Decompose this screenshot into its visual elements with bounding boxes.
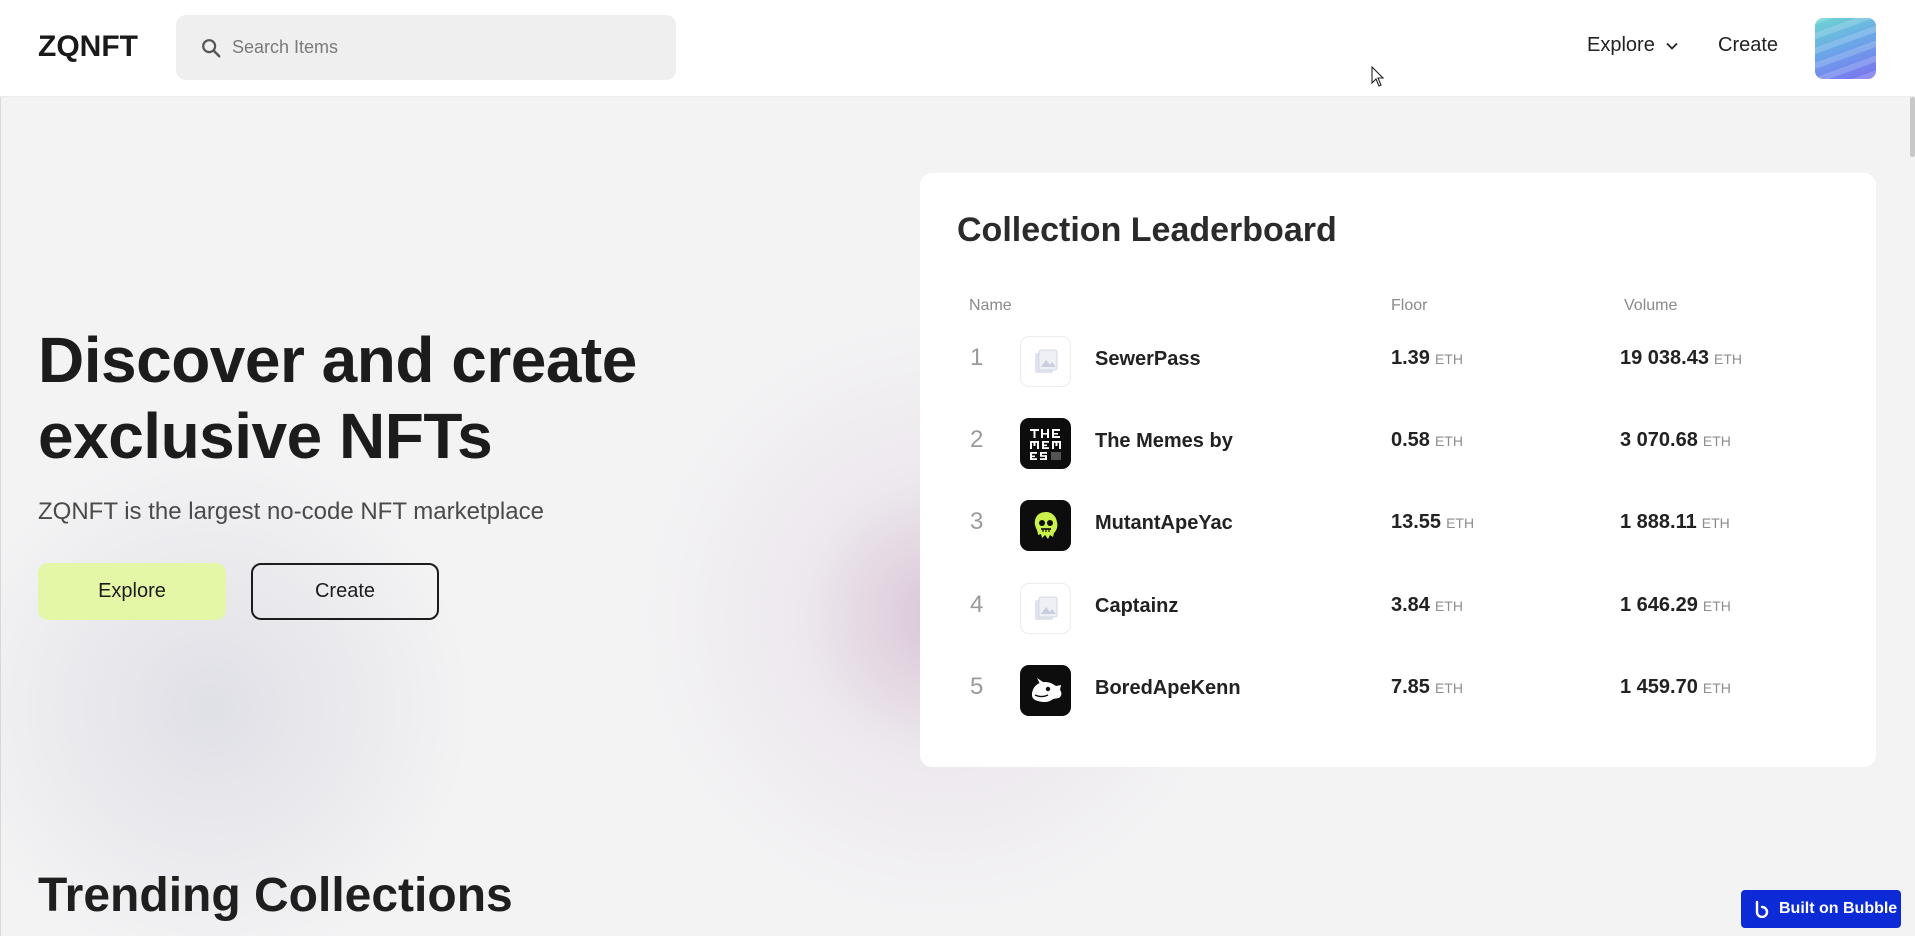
leaderboard-row[interactable]: 5 BoredApeKenn 7.85 ETH 1 459.70 ETH [920, 661, 1876, 717]
column-header-floor: Floor [1391, 297, 1428, 314]
volume-value: 19 038.43 [1620, 347, 1709, 369]
search-bar[interactable] [176, 15, 676, 80]
user-avatar[interactable] [1815, 18, 1876, 79]
leaderboard-row[interactable]: 2 The Memes by 0.58 ETH 3 070.68 ETH [920, 414, 1876, 470]
collection-name: SewerPass [1095, 348, 1201, 370]
image-placeholder-icon [1034, 349, 1057, 373]
row-rank: 2 [970, 426, 984, 453]
bubble-logo-icon [1755, 900, 1769, 918]
collection-thumbnail [1020, 500, 1071, 551]
site-logo[interactable]: ZQNFT [38, 30, 138, 64]
volume-unit: ETH [1702, 680, 1731, 696]
floor-unit: ETH [1434, 598, 1463, 614]
memes-logo-icon [1029, 428, 1061, 460]
bored-ape-kennel-logo-icon [1031, 677, 1061, 702]
hero-title: Discover and create exclusive NFTs [38, 322, 718, 474]
built-on-bubble-badge[interactable]: Built on Bubble [1741, 890, 1901, 928]
row-rank: 5 [970, 673, 984, 700]
volume-value: 1 459.70 [1620, 676, 1698, 698]
page-scrollbar[interactable] [1910, 97, 1915, 157]
hero-title-line2: exclusive NFTs [38, 398, 718, 474]
floor-unit: ETH [1434, 351, 1463, 367]
hero-title-word: exclusive [38, 400, 322, 472]
floor-unit: ETH [1434, 433, 1463, 449]
collection-thumbnail [1020, 336, 1071, 387]
collection-thumbnail [1020, 665, 1071, 716]
badge-label: Built on Bubble [1779, 900, 1898, 917]
floor-unit: ETH [1446, 515, 1475, 531]
volume: 19 038.43 ETH [1620, 347, 1742, 370]
column-header-volume: Volume [1624, 297, 1678, 314]
floor-price: 7.85 ETH [1391, 676, 1463, 699]
row-rank: 3 [970, 508, 984, 535]
mutant-ape-logo-icon [1034, 511, 1057, 539]
volume-unit: ETH [1702, 598, 1731, 614]
explore-button[interactable]: Explore [38, 563, 226, 620]
volume-value: 1 646.29 [1620, 594, 1698, 616]
volume-unit: ETH [1702, 433, 1731, 449]
volume-value: 3 070.68 [1620, 429, 1698, 451]
chevron-down-icon [1666, 42, 1678, 50]
column-header-name: Name [969, 297, 1012, 314]
create-button[interactable]: Create [251, 563, 439, 620]
volume: 3 070.68 ETH [1620, 429, 1731, 452]
floor-value: 13.55 [1391, 511, 1442, 533]
volume-value: 1 888.11 [1620, 511, 1697, 533]
volume-unit: ETH [1713, 351, 1742, 367]
collection-name: Captainz [1095, 595, 1179, 617]
trending-collections-heading: Trending Collections [38, 869, 513, 922]
floor-value: 7.85 [1391, 676, 1430, 698]
leaderboard-row[interactable]: 4 Captainz 3.84 ETH 1 646.29 ETH [920, 579, 1876, 635]
row-rank: 4 [970, 591, 984, 618]
search-input[interactable] [232, 15, 652, 80]
nav-explore-dropdown[interactable]: Explore [1587, 34, 1679, 57]
collection-thumbnail [1020, 583, 1071, 634]
volume: 1 888.11 ETH [1620, 511, 1730, 534]
volume: 1 646.29 ETH [1620, 594, 1731, 617]
floor-unit: ETH [1434, 680, 1463, 696]
floor-price: 3.84 ETH [1391, 594, 1463, 617]
floor-value: 0.58 [1391, 429, 1430, 451]
mouse-cursor-icon [1371, 66, 1385, 87]
floor-price: 0.58 ETH [1391, 429, 1463, 452]
floor-value: 3.84 [1391, 594, 1430, 616]
collection-name: The Memes by [1095, 430, 1233, 452]
leaderboard-row[interactable]: 1 SewerPass 1.39 ETH 19 038.43 ETH [920, 332, 1876, 388]
floor-price: 13.55 ETH [1391, 511, 1474, 534]
nav-explore-label: Explore [1587, 34, 1655, 56]
hero-title-line1: Discover and create [38, 324, 637, 396]
collection-name: BoredApeKenn [1095, 677, 1241, 699]
volume: 1 459.70 ETH [1620, 676, 1731, 699]
image-placeholder-icon [1034, 596, 1057, 620]
collection-thumbnail [1020, 418, 1071, 469]
search-icon [202, 39, 221, 58]
row-rank: 1 [970, 344, 984, 371]
collection-name: MutantApeYac [1095, 512, 1233, 534]
floor-price: 1.39 ETH [1391, 347, 1463, 370]
hero-title-highlight: NFTs [339, 400, 493, 472]
hero-subtitle: ZQNFT is the largest no-code NFT marketp… [38, 498, 544, 525]
collection-leaderboard-card: Collection Leaderboard Name Floor Volume… [920, 173, 1876, 767]
top-navbar: ZQNFT Explore Create [0, 0, 1915, 97]
floor-value: 1.39 [1391, 347, 1430, 369]
leaderboard-title: Collection Leaderboard [957, 211, 1337, 249]
volume-unit: ETH [1701, 515, 1730, 531]
nav-create-link[interactable]: Create [1718, 34, 1778, 57]
leaderboard-row[interactable]: 3 MutantApeYac 13.55 ETH 1 888.11 ETH [920, 496, 1876, 552]
